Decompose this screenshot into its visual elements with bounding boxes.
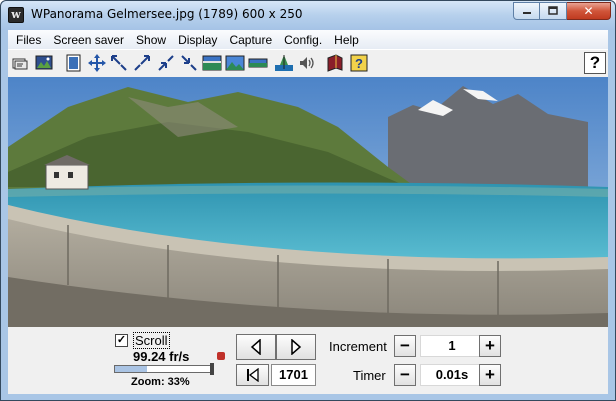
timer-plus-button[interactable]: +: [479, 364, 501, 386]
zoom-out-icon: [111, 55, 127, 71]
zoom-slider-fill: [115, 366, 148, 372]
picture-button[interactable]: [34, 53, 54, 73]
fit-page-icon: [66, 54, 81, 72]
timer-value[interactable]: 0.01s: [420, 364, 484, 386]
increment-label: Increment: [329, 339, 387, 354]
strip-icon: [248, 58, 268, 68]
book-button[interactable]: [325, 53, 345, 73]
horizon-button[interactable]: [274, 53, 294, 73]
frame-counter: 1701: [271, 364, 316, 386]
toolbar: ? ?: [8, 49, 608, 77]
title-bar[interactable]: w WPanorama Gelmersee.jpg (1789) 600 x 2…: [1, 1, 615, 30]
move-button[interactable]: [87, 53, 107, 73]
app-icon[interactable]: w: [8, 7, 24, 23]
zoom-in-button[interactable]: [132, 53, 152, 73]
svg-text:?: ?: [355, 56, 363, 71]
zoom-out-button[interactable]: [109, 53, 129, 73]
play-left-icon: [250, 339, 261, 355]
timer-minus-button[interactable]: −: [394, 364, 416, 386]
close-button[interactable]: ✕: [567, 2, 611, 20]
zoom-slider[interactable]: [114, 365, 214, 373]
scroll-checkbox[interactable]: ✓: [115, 334, 128, 347]
help-book-button[interactable]: ?: [349, 53, 369, 73]
panorama-image: [8, 77, 608, 327]
zoom-slider-thumb[interactable]: [210, 363, 214, 375]
speed-readout: 99.24 fr/s: [133, 349, 190, 364]
minimize-icon: [522, 12, 531, 14]
book-icon: [327, 54, 343, 72]
shrink-icon: [158, 55, 174, 71]
increment-minus-button[interactable]: −: [394, 335, 416, 357]
client-area: Files Screen saver Show Display Capture …: [8, 30, 608, 394]
window-title: WPanorama Gelmersee.jpg (1789) 600 x 250: [31, 7, 303, 21]
control-panel: ✓ Scroll 99.24 fr/s Zoom: 33% 1701 Incre…: [8, 327, 608, 394]
fit-page-button[interactable]: [64, 53, 84, 73]
zoom-label: Zoom: 33%: [131, 376, 190, 388]
play-right-icon: [291, 339, 302, 355]
app-window: w WPanorama Gelmersee.jpg (1789) 600 x 2…: [0, 0, 616, 401]
menu-config[interactable]: Config.: [278, 33, 328, 47]
maximize-button[interactable]: [540, 2, 567, 20]
minimize-button[interactable]: [513, 2, 540, 20]
zoom-in-icon: [134, 55, 150, 71]
landscape-icon: [225, 55, 245, 71]
menu-capture[interactable]: Capture: [223, 33, 278, 47]
increment-value[interactable]: 1: [420, 335, 484, 357]
expand-button[interactable]: [179, 53, 199, 73]
open-file-button[interactable]: [10, 53, 30, 73]
increment-plus-button[interactable]: +: [479, 335, 501, 357]
next-button[interactable]: [276, 334, 316, 360]
panorama-icon: [202, 55, 222, 71]
panorama-view[interactable]: [8, 77, 608, 327]
speed-indicator-icon: [217, 352, 225, 360]
menu-show[interactable]: Show: [130, 33, 172, 47]
skip-start-icon: [246, 368, 259, 382]
sound-button[interactable]: [297, 53, 317, 73]
menu-files[interactable]: Files: [8, 33, 47, 47]
close-icon: ✕: [583, 4, 594, 18]
open-file-icon: [12, 58, 28, 70]
timer-label: Timer: [353, 368, 386, 383]
picture-icon: [35, 55, 53, 70]
scroll-label[interactable]: Scroll: [133, 332, 170, 349]
shrink-button[interactable]: [156, 53, 176, 73]
landscape-button[interactable]: [225, 53, 245, 73]
horizon-icon: [275, 55, 293, 71]
strip-button[interactable]: [248, 53, 268, 73]
sound-icon: [300, 57, 314, 69]
panorama-button[interactable]: [202, 53, 222, 73]
maximize-icon: [548, 6, 558, 15]
expand-icon: [181, 55, 197, 71]
help-button[interactable]: ?: [584, 52, 606, 74]
first-frame-button[interactable]: [236, 364, 269, 386]
menu-bar: Files Screen saver Show Display Capture …: [8, 30, 608, 49]
prev-button[interactable]: [236, 334, 276, 360]
menu-display[interactable]: Display: [172, 33, 223, 47]
menu-help[interactable]: Help: [328, 33, 365, 47]
move-icon: [88, 54, 106, 72]
help-book-icon: ?: [350, 54, 368, 72]
window-controls: ✕: [513, 2, 611, 20]
menu-screen-saver[interactable]: Screen saver: [47, 33, 130, 47]
